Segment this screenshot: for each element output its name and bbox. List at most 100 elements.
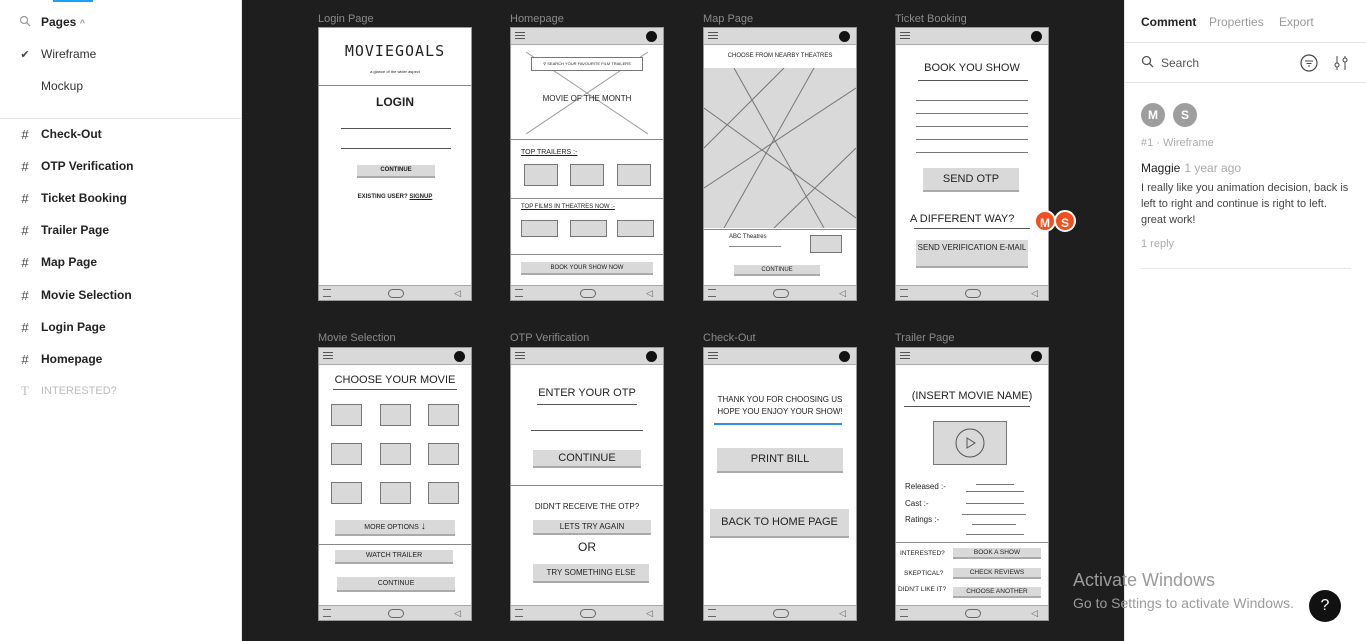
frame-title[interactable]: Login Page xyxy=(318,13,374,25)
avatar[interactable]: M xyxy=(1034,210,1056,232)
menu-icon[interactable] xyxy=(323,352,333,359)
frame-title[interactable]: Ticket Booking xyxy=(895,13,967,25)
menu-icon[interactable] xyxy=(900,289,908,297)
search-input[interactable]: Search xyxy=(1161,56,1199,70)
menu-icon[interactable] xyxy=(323,609,331,617)
back-icon[interactable]: ◁ xyxy=(454,288,461,299)
send-verification-button[interactable]: SEND VERIFICATION E-MAIL xyxy=(916,240,1028,268)
try-something-else-button[interactable]: TRY SOMETHING ELSE xyxy=(533,564,649,583)
choose-another-button[interactable]: CHOOSE ANOTHER xyxy=(953,587,1041,598)
menu-icon[interactable] xyxy=(708,352,718,359)
layer-item-text[interactable]: T INTERESTED? xyxy=(0,377,242,405)
form-line[interactable] xyxy=(916,139,1028,140)
layer-item[interactable]: # Login Page xyxy=(0,313,242,341)
page-item-wireframe[interactable]: ✔ Wireframe xyxy=(0,40,242,68)
trailer-thumb[interactable] xyxy=(524,164,558,186)
frame-title[interactable]: Homepage xyxy=(510,13,564,25)
movie-thumb[interactable] xyxy=(331,404,362,426)
trailer-thumb[interactable] xyxy=(570,164,604,186)
frame-otp-verification[interactable]: ENTER YOUR OTP CONTINUE DIDN'T RECEIVE T… xyxy=(510,347,664,621)
profile-icon[interactable] xyxy=(1031,31,1042,42)
movie-thumb[interactable] xyxy=(380,404,411,426)
menu-icon[interactable] xyxy=(708,32,718,39)
frame-check-out[interactable]: THANK YOU FOR CHOOSING US HOPE YOU ENJOY… xyxy=(703,347,857,621)
avatar[interactable]: S xyxy=(1054,210,1076,232)
home-icon[interactable] xyxy=(580,289,596,298)
layer-item[interactable]: # OTP Verification xyxy=(0,152,242,180)
frame-title[interactable]: Check-Out xyxy=(703,332,756,344)
movie-thumb[interactable] xyxy=(380,443,411,465)
menu-icon[interactable] xyxy=(900,32,910,39)
tab-properties[interactable]: Properties xyxy=(1209,15,1264,29)
signup-link[interactable]: SIGNUP xyxy=(409,194,432,200)
home-icon[interactable] xyxy=(580,609,596,618)
password-field[interactable] xyxy=(341,148,451,149)
book-show-button[interactable]: BOOK YOUR SHOW NOW xyxy=(521,262,653,275)
help-button[interactable]: ? xyxy=(1309,590,1341,622)
filter-icon[interactable] xyxy=(1300,54,1318,75)
movie-thumb[interactable] xyxy=(428,482,459,504)
avatar[interactable]: M xyxy=(1141,103,1165,127)
collaborator-cursors[interactable]: M S xyxy=(1034,208,1082,234)
menu-icon[interactable] xyxy=(323,289,331,297)
layer-item[interactable]: # Movie Selection xyxy=(0,281,242,309)
profile-icon[interactable] xyxy=(646,31,657,42)
layer-item[interactable]: # Ticket Booking xyxy=(0,184,242,212)
form-line[interactable] xyxy=(916,152,1028,153)
menu-icon[interactable] xyxy=(708,609,716,617)
home-icon[interactable] xyxy=(388,609,404,618)
more-options-button[interactable]: MORE OPTIONS ↓ xyxy=(335,520,455,536)
profile-icon[interactable] xyxy=(646,351,657,362)
search-icon[interactable] xyxy=(17,15,33,30)
try-again-button[interactable]: LETS TRY AGAIN xyxy=(533,520,651,535)
home-icon[interactable] xyxy=(773,289,789,298)
menu-icon[interactable] xyxy=(515,32,525,39)
movie-thumb[interactable] xyxy=(428,443,459,465)
profile-icon[interactable] xyxy=(454,351,465,362)
settings-sliders-icon[interactable] xyxy=(1333,54,1349,75)
profile-icon[interactable] xyxy=(839,351,850,362)
frame-ticket-booking[interactable]: BOOK YOU SHOW SEND OTP A DIFFERENT WAY? … xyxy=(895,27,1049,301)
menu-icon[interactable] xyxy=(515,352,525,359)
comment-search[interactable]: Search xyxy=(1125,43,1366,83)
book-show-button[interactable]: BOOK A SHOW xyxy=(953,548,1041,559)
tab-export[interactable]: Export xyxy=(1279,15,1314,29)
map-placeholder[interactable] xyxy=(704,68,856,228)
frame-title[interactable]: Movie Selection xyxy=(318,332,396,344)
back-icon[interactable]: ◁ xyxy=(839,288,846,299)
home-icon[interactable] xyxy=(965,289,981,298)
send-otp-button[interactable]: SEND OTP xyxy=(923,168,1019,192)
film-thumb[interactable] xyxy=(617,220,654,237)
back-icon[interactable]: ◁ xyxy=(1031,288,1038,299)
frame-movie-selection[interactable]: CHOOSE YOUR MOVIE MORE OPTIONS ↓ WATCH T… xyxy=(318,347,472,621)
movie-thumb[interactable] xyxy=(380,482,411,504)
otp-input[interactable] xyxy=(531,430,643,431)
home-icon[interactable] xyxy=(773,609,789,618)
frame-title[interactable]: OTP Verification xyxy=(510,332,589,344)
menu-icon[interactable] xyxy=(515,609,523,617)
reply-count[interactable]: 1 reply xyxy=(1141,238,1174,250)
form-line[interactable] xyxy=(916,100,1028,101)
menu-icon[interactable] xyxy=(900,609,908,617)
pages-header[interactable]: Pages ^ xyxy=(0,8,242,36)
frame-title[interactable]: Map Page xyxy=(703,13,753,25)
frame-login-page[interactable]: MOVIEGOALS a glance of the wider aspect … xyxy=(318,27,472,301)
film-thumb[interactable] xyxy=(521,220,558,237)
menu-icon[interactable] xyxy=(515,289,523,297)
profile-icon[interactable] xyxy=(1031,351,1042,362)
film-thumb[interactable] xyxy=(570,220,607,237)
home-icon[interactable] xyxy=(388,289,404,298)
layer-item[interactable]: # Map Page xyxy=(0,248,242,276)
back-icon[interactable]: ◁ xyxy=(646,288,653,299)
back-icon[interactable]: ◁ xyxy=(839,608,846,619)
back-home-button[interactable]: BACK TO HOME PAGE xyxy=(710,509,849,538)
print-bill-button[interactable]: PRINT BILL xyxy=(717,448,843,473)
check-reviews-button[interactable]: CHECK REVIEWS xyxy=(953,568,1041,579)
tab-comment[interactable]: Comment xyxy=(1141,15,1196,29)
chevron-up-icon[interactable]: ^ xyxy=(80,18,85,28)
frame-trailer-page[interactable]: (INSERT MOVIE NAME) Released :- Cast :- … xyxy=(895,347,1049,621)
watch-trailer-button[interactable]: WATCH TRAILER xyxy=(335,550,453,564)
form-line[interactable] xyxy=(916,126,1028,127)
menu-icon[interactable] xyxy=(708,289,716,297)
layer-item[interactable]: # Homepage xyxy=(0,345,242,373)
